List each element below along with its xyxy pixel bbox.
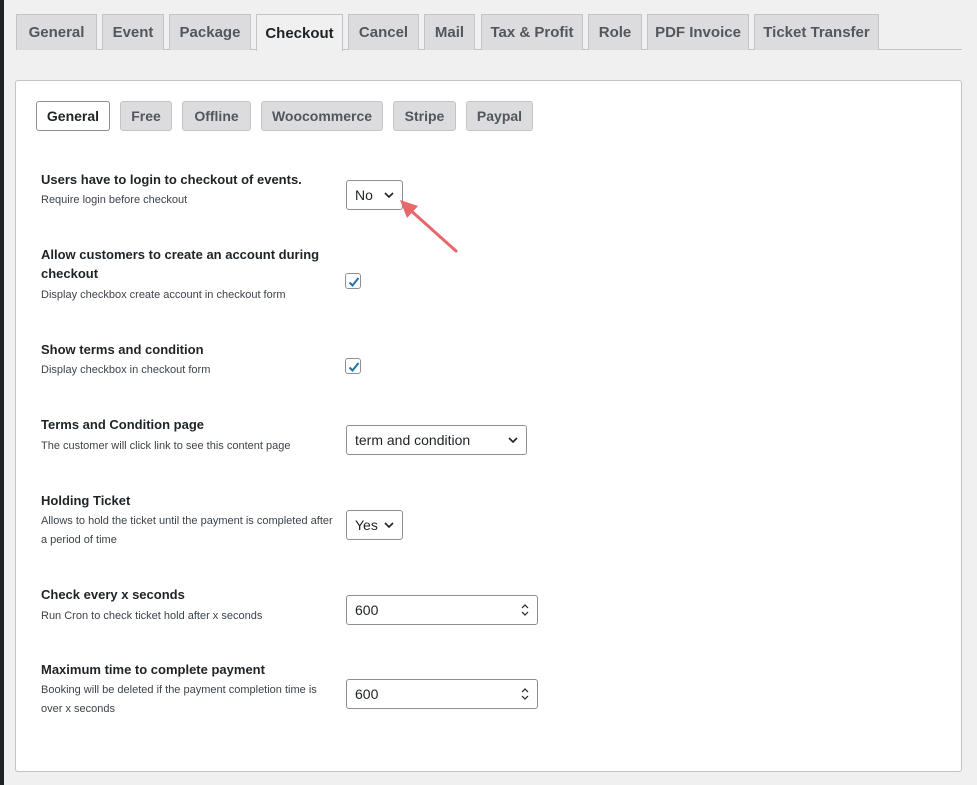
chevron-down-icon — [384, 192, 394, 199]
require-login-select[interactable]: No — [346, 180, 403, 210]
create-account-desc: Display checkbox create account in check… — [41, 289, 286, 301]
checkmark-icon — [348, 362, 360, 372]
require-login-desc: Require login before checkout — [41, 194, 188, 206]
max-time-input[interactable]: 600 — [346, 679, 538, 709]
terms-page-desc: The customer will click link to see this… — [41, 440, 291, 452]
check-every-desc: Run Cron to check ticket hold after x se… — [41, 610, 263, 622]
show-terms-desc: Display checkbox in checkout form — [41, 364, 211, 376]
settings-main-tabs: General Event Package Checkout Cancel Ma… — [16, 14, 962, 51]
tab-cancel[interactable]: Cancel — [348, 14, 419, 50]
max-time-desc: Booking will be deleted if the payment c… — [41, 684, 317, 715]
subtab-free[interactable]: Free — [120, 101, 172, 131]
stepper-arrows-icon[interactable] — [521, 687, 529, 701]
require-login-value: No — [355, 187, 373, 203]
tab-mail[interactable]: Mail — [424, 14, 475, 50]
check-every-title: Check every x seconds — [41, 587, 185, 602]
tab-tax-profit[interactable]: Tax & Profit — [481, 14, 583, 50]
create-account-checkbox[interactable] — [345, 273, 361, 289]
tab-pdf-invoice[interactable]: PDF Invoice — [647, 14, 749, 50]
check-every-value: 600 — [355, 602, 379, 618]
subtab-paypal[interactable]: Paypal — [466, 101, 533, 131]
tab-role[interactable]: Role — [588, 14, 642, 50]
require-login-title: Users have to login to checkout of event… — [41, 172, 302, 187]
holding-ticket-value: Yes — [355, 517, 378, 533]
holding-ticket-select[interactable]: Yes — [346, 510, 403, 540]
terms-page-title: Terms and Condition page — [41, 417, 204, 432]
terms-page-select[interactable]: term and condition — [346, 425, 527, 455]
checkmark-icon — [348, 277, 360, 287]
chevron-down-icon — [384, 522, 394, 529]
chevron-down-icon — [508, 437, 518, 444]
tab-checkout[interactable]: Checkout — [256, 14, 343, 51]
subtab-general[interactable]: General — [36, 101, 110, 131]
tab-package[interactable]: Package — [169, 14, 251, 50]
holding-ticket-desc: Allows to hold the ticket until the paym… — [41, 515, 333, 546]
max-time-title: Maximum time to complete payment — [41, 662, 265, 677]
tab-ticket-transfer[interactable]: Ticket Transfer — [754, 14, 879, 50]
create-account-title: Allow customers to create an account dur… — [41, 247, 320, 281]
check-every-input[interactable]: 600 — [346, 595, 538, 625]
stepper-arrows-icon[interactable] — [521, 603, 529, 617]
window-left-edge — [0, 0, 4, 785]
show-terms-checkbox[interactable] — [345, 358, 361, 374]
tab-general[interactable]: General — [16, 14, 97, 50]
subtab-woocommerce[interactable]: Woocommerce — [261, 101, 383, 131]
max-time-value: 600 — [355, 686, 379, 702]
subtab-stripe[interactable]: Stripe — [393, 101, 456, 131]
subtab-offline[interactable]: Offline — [182, 101, 251, 131]
terms-page-value: term and condition — [355, 432, 471, 448]
tab-event[interactable]: Event — [102, 14, 164, 50]
holding-ticket-title: Holding Ticket — [41, 493, 131, 508]
annotation-arrow-icon — [400, 200, 458, 253]
show-terms-title: Show terms and condition — [41, 342, 204, 357]
checkout-settings-panel: General Free Offline Woocommerce Stripe … — [15, 80, 962, 772]
